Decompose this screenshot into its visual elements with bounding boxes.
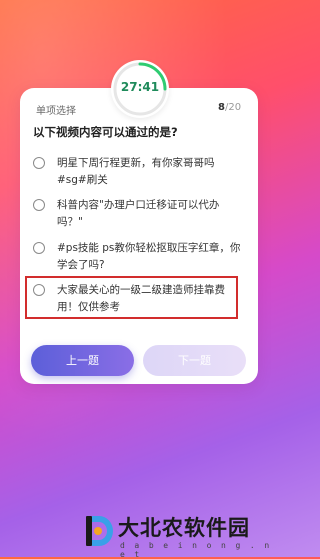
radio-button[interactable] xyxy=(33,157,45,169)
watermark-logo: 大北农软件园 d a b e i n o n g . n e t xyxy=(84,512,276,559)
option-text: 明星下周行程更新，有你家哥哥吗#sg#刷关 xyxy=(57,157,215,186)
annotation-highlight-box xyxy=(25,276,238,319)
question-type-label: 单项选择 xyxy=(36,106,76,117)
option-1[interactable]: 明星下周行程更新，有你家哥哥吗#sg#刷关 xyxy=(33,155,248,189)
option-2[interactable]: 科普内容"办理户口迁移证可以代办吗？" xyxy=(33,197,248,231)
question-counter: 8/20 xyxy=(218,102,241,113)
watermark-name: 大北农软件园 xyxy=(118,516,250,540)
next-question-button[interactable]: 下一题 xyxy=(143,345,246,376)
option-text: #ps技能 ps教你轻松抠取压字红章，你学会了吗? xyxy=(57,242,241,271)
current-question-number: 8 xyxy=(218,102,225,113)
radio-button[interactable] xyxy=(33,199,45,211)
timer-text: 27:41 xyxy=(120,80,160,94)
logo-icon xyxy=(86,516,113,546)
option-text: 科普内容"办理户口迁移证可以代办吗？" xyxy=(57,199,220,228)
watermark-url: d a b e i n o n g . n e t xyxy=(120,541,272,559)
question-text: 以下视频内容可以通过的是? xyxy=(33,125,178,139)
radio-button[interactable] xyxy=(33,242,45,254)
option-3[interactable]: #ps技能 ps教你轻松抠取压字红章，你学会了吗? xyxy=(33,240,248,274)
countdown-timer: 27:41 xyxy=(111,60,169,118)
previous-question-button[interactable]: 上一题 xyxy=(31,345,134,376)
total-questions: /20 xyxy=(224,102,242,113)
